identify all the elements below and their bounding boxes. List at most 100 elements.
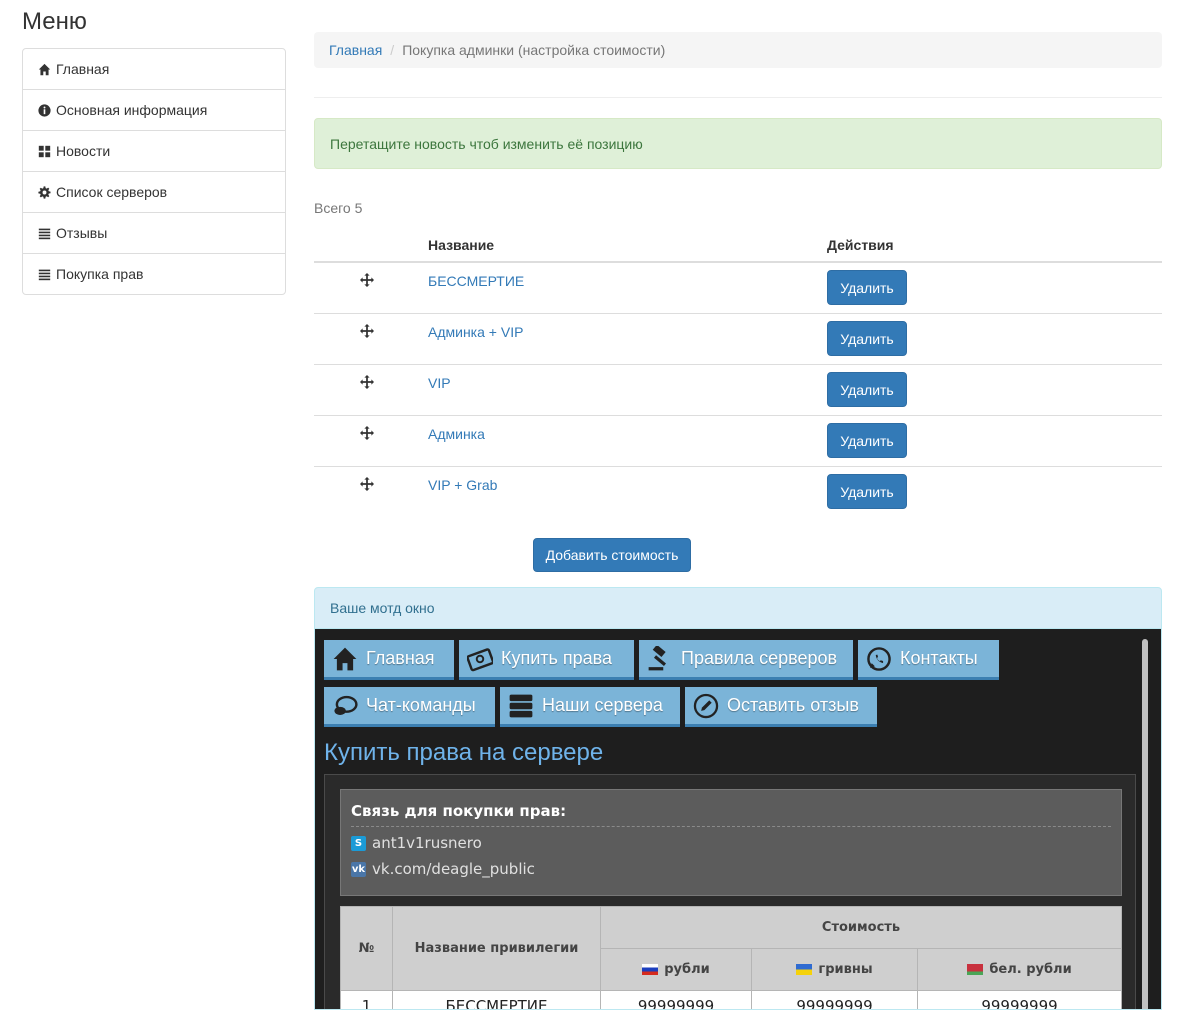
delete-button[interactable]: Удалить bbox=[827, 372, 907, 407]
row-number: 1 bbox=[340, 990, 393, 1009]
add-price-button[interactable]: Добавить стоимость bbox=[533, 538, 691, 572]
cost-column-header: Стоимость bbox=[600, 906, 1122, 949]
vk-value: vk.com/deagle_public bbox=[372, 860, 535, 878]
vk-icon: vk bbox=[351, 861, 366, 877]
motd-nav-label: Оставить отзыв bbox=[727, 695, 859, 715]
motd-nav-rules[interactable]: Правила серверов bbox=[639, 640, 853, 680]
move-icon[interactable] bbox=[360, 273, 374, 287]
price-rub: 99999999 bbox=[600, 990, 752, 1009]
motd-nav-label: Купить права bbox=[501, 648, 613, 668]
motd-panel-heading: Ваше мотд окно bbox=[314, 587, 1162, 629]
delete-button[interactable]: Удалить bbox=[827, 423, 907, 458]
sidebar-item-buy-rights[interactable]: Покупка прав bbox=[23, 254, 285, 294]
currency-header-uah: гривны bbox=[751, 948, 918, 991]
contact-box: Связь для покупки прав: S ant1v1rusnero … bbox=[340, 789, 1122, 896]
motd-nav-label: Чат-команды bbox=[366, 695, 476, 715]
divider bbox=[351, 826, 1111, 827]
server-icon bbox=[509, 694, 533, 717]
divider bbox=[314, 97, 1162, 98]
number-column-header: № bbox=[340, 906, 393, 991]
actions-column-header: Действия bbox=[827, 228, 1162, 263]
list-icon bbox=[38, 269, 51, 280]
move-icon[interactable] bbox=[360, 375, 374, 389]
chat-icon bbox=[334, 695, 358, 715]
home-icon bbox=[333, 647, 357, 670]
sidebar-item-reviews[interactable]: Отзывы bbox=[23, 213, 285, 254]
gear-icon bbox=[38, 185, 51, 199]
breadcrumb-current: Покупка админки (настройка стоимости) bbox=[402, 42, 666, 58]
breadcrumb-separator: / bbox=[390, 42, 395, 58]
russia-flag-icon bbox=[642, 964, 659, 975]
motd-nav-label: Наши сервера bbox=[542, 695, 663, 715]
motd-nav-contacts[interactable]: Контакты bbox=[858, 640, 999, 680]
sidebar-item-news[interactable]: Новости bbox=[23, 131, 285, 172]
table-row: БЕССМЕРТИЕ Удалить bbox=[314, 262, 1162, 314]
move-icon[interactable] bbox=[360, 324, 374, 338]
scrollbar[interactable] bbox=[1142, 639, 1148, 1009]
item-name-link[interactable]: VIP bbox=[428, 375, 451, 391]
price-byr: 99999999 bbox=[917, 990, 1122, 1009]
motd-nav-servers[interactable]: Наши сервера bbox=[500, 687, 680, 727]
grid-icon bbox=[38, 145, 51, 157]
menu-title: Меню bbox=[22, 8, 87, 35]
prices-table: Название Действия БЕССМЕРТИЕ Удалить Адм… bbox=[314, 228, 1162, 517]
table-header-row: Название Действия bbox=[314, 228, 1162, 263]
ukraine-flag-icon bbox=[796, 964, 813, 975]
skype-value: ant1v1rusnero bbox=[372, 834, 482, 852]
item-name-link[interactable]: Админка bbox=[428, 426, 485, 442]
price-table: № Название привилегии Стоимость рубли гр… bbox=[340, 906, 1122, 1009]
contact-title: Связь для покупки прав: bbox=[351, 802, 567, 820]
motd-nav-feedback[interactable]: Оставить отзыв bbox=[685, 687, 877, 727]
sidebar-item-label: Новости bbox=[56, 143, 111, 159]
sidebar-item-info[interactable]: Основная информация bbox=[23, 90, 285, 131]
info-icon bbox=[38, 103, 51, 117]
motd-nav-label: Контакты bbox=[900, 648, 978, 668]
home-icon bbox=[38, 63, 51, 75]
move-icon[interactable] bbox=[360, 477, 374, 491]
motd-preview[interactable]: Главная Купить права Правила серверов Ко… bbox=[314, 629, 1162, 1010]
delete-button[interactable]: Удалить bbox=[827, 270, 907, 305]
motd-heading: Купить права на сервере bbox=[324, 739, 604, 766]
delete-button[interactable]: Удалить bbox=[827, 474, 907, 509]
move-icon[interactable] bbox=[360, 426, 374, 440]
item-name-link[interactable]: VIP + Grab bbox=[428, 477, 497, 493]
delete-button[interactable]: Удалить bbox=[827, 321, 907, 356]
table-row: VIP Удалить bbox=[314, 364, 1162, 416]
edit-icon bbox=[693, 693, 719, 718]
table-row: Админка Удалить bbox=[314, 415, 1162, 467]
table-row: VIP + Grab Удалить bbox=[314, 467, 1162, 518]
list-icon bbox=[38, 228, 51, 239]
privilege-column-header: Название привилегии bbox=[392, 906, 601, 991]
sidebar-item-label: Список серверов bbox=[56, 184, 168, 200]
drag-column-header bbox=[314, 228, 428, 263]
breadcrumb-home-link[interactable]: Главная bbox=[329, 42, 382, 58]
drag-hint-alert: Перетащите новость чтоб изменить её пози… bbox=[314, 118, 1162, 169]
table-row: Админка + VIP Удалить bbox=[314, 313, 1162, 365]
sidebar-item-label: Основная информация bbox=[56, 102, 208, 118]
sidebar-item-label: Главная bbox=[56, 61, 110, 77]
money-icon bbox=[467, 647, 493, 671]
gavel-icon bbox=[648, 645, 667, 670]
sidebar-item-home[interactable]: Главная bbox=[23, 49, 285, 90]
motd-nav-home[interactable]: Главная bbox=[324, 640, 454, 680]
skype-icon: S bbox=[351, 835, 366, 851]
motd-nav-chat[interactable]: Чат-команды bbox=[324, 687, 495, 727]
item-name-link[interactable]: Админка + VIP bbox=[428, 324, 523, 340]
motd-nav-buy[interactable]: Купить права bbox=[459, 640, 634, 680]
sidebar-menu: Главная Основная информация Новости Спис… bbox=[22, 48, 286, 295]
currency-header-rub: рубли bbox=[600, 948, 752, 991]
table-header-row: № Название привилегии Стоимость bbox=[340, 906, 1122, 991]
table-row: 1 БЕССМЕРТИЕ 99999999 99999999 99999999 bbox=[340, 990, 1122, 1009]
privilege-name: БЕССМЕРТИЕ bbox=[392, 990, 601, 1009]
sidebar-item-label: Покупка прав bbox=[56, 266, 144, 282]
sidebar-item-servers[interactable]: Список серверов bbox=[23, 172, 285, 213]
sidebar-item-label: Отзывы bbox=[56, 225, 108, 241]
whatsapp-icon bbox=[867, 646, 891, 671]
currency-header-byr: бел. рубли bbox=[917, 948, 1122, 991]
name-column-header: Название bbox=[428, 228, 827, 263]
vk-contact: vk vk.com/deagle_public bbox=[351, 860, 535, 878]
item-name-link[interactable]: БЕССМЕРТИЕ bbox=[428, 273, 524, 289]
skype-contact: S ant1v1rusnero bbox=[351, 834, 482, 852]
total-count: Всего 5 bbox=[314, 200, 363, 216]
motd-nav-label: Правила серверов bbox=[681, 648, 838, 668]
